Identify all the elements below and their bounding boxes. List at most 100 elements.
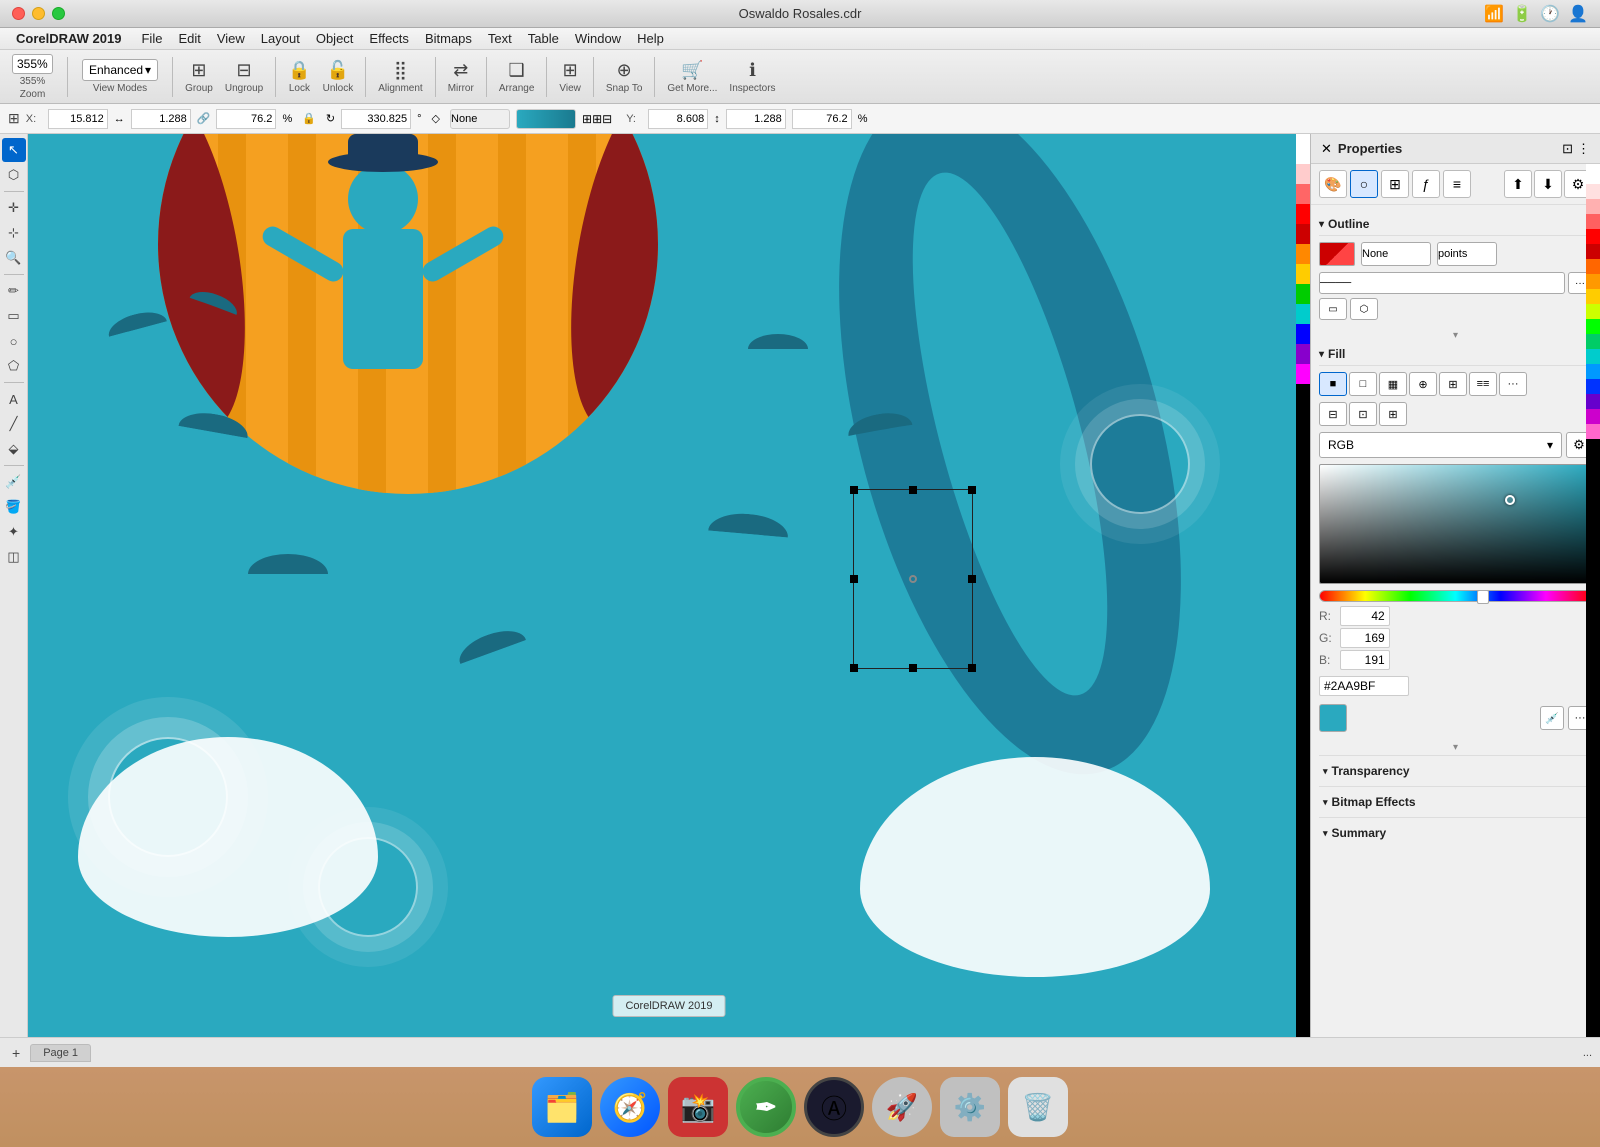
outline-collapse-btn[interactable]: ▾: [1319, 328, 1592, 343]
ccs-green[interactable]: [1296, 284, 1310, 304]
safari-icon[interactable]: 🧭: [600, 1077, 660, 1137]
node-tool[interactable]: ⬡: [2, 163, 26, 187]
rcb-red-light[interactable]: [1586, 214, 1600, 229]
finder-icon[interactable]: 🗂️: [532, 1077, 592, 1137]
fill-color-preview[interactable]: [516, 109, 576, 129]
arrange-button[interactable]: ❑ Arrange: [495, 58, 539, 96]
fill-pattern-btn[interactable]: ⊞: [1439, 372, 1467, 396]
rcb-violet[interactable]: [1586, 394, 1600, 409]
outline-unit-select[interactable]: points: [1437, 242, 1497, 266]
interactive-tool[interactable]: ✦: [2, 520, 26, 544]
outline-round-btn[interactable]: ▭: [1319, 298, 1347, 320]
ccs-orange[interactable]: [1296, 244, 1310, 264]
fill-none-btn[interactable]: □: [1349, 372, 1377, 396]
zoom-tool[interactable]: 🔍: [2, 246, 26, 270]
ccs-black[interactable]: [1296, 384, 1310, 1037]
color-picker[interactable]: [1319, 464, 1592, 584]
menu-window[interactable]: Window: [567, 29, 629, 48]
fill-more-btn[interactable]: ···: [1499, 372, 1527, 396]
ccs-white[interactable]: [1296, 134, 1310, 164]
rcb-green-teal[interactable]: [1586, 334, 1600, 349]
selection-tool[interactable]: ↖: [2, 138, 26, 162]
r-input[interactable]: [1340, 606, 1390, 626]
rcb-white[interactable]: [1586, 164, 1600, 184]
fill-radial-btn[interactable]: ⊕: [1409, 372, 1437, 396]
coord-h-input[interactable]: [726, 109, 786, 129]
bitmap-effects-header[interactable]: ▾ Bitmap Effects: [1319, 787, 1592, 817]
rcb-sky[interactable]: [1586, 364, 1600, 379]
tab-effects[interactable]: ⊞: [1381, 170, 1409, 198]
eyedropper-tool[interactable]: 💉: [2, 470, 26, 494]
line-tool[interactable]: ╱: [2, 412, 26, 436]
panel-close-icon[interactable]: ✕: [1321, 141, 1332, 157]
menu-table[interactable]: Table: [520, 29, 567, 48]
polygon-tool[interactable]: ⬠: [2, 354, 26, 378]
panel-expand-icon[interactable]: ⊡: [1562, 141, 1573, 157]
unlock-button[interactable]: 🔓 Unlock: [319, 58, 358, 96]
ellipse-tool[interactable]: ○: [2, 329, 26, 353]
tab-fill[interactable]: 🎨: [1319, 170, 1347, 198]
rectangle-tool[interactable]: ▭: [2, 304, 26, 328]
fill-tool[interactable]: 🪣: [2, 495, 26, 519]
g-input[interactable]: [1340, 628, 1390, 648]
page-1-tab[interactable]: Page 1: [30, 1044, 91, 1062]
coreldraw-dock-icon[interactable]: ✒: [736, 1077, 796, 1137]
blend-tool[interactable]: ⬙: [2, 437, 26, 461]
ccs-purple[interactable]: [1296, 344, 1310, 364]
text-tool[interactable]: A: [2, 387, 26, 411]
freehand-tool[interactable]: ✏: [2, 279, 26, 303]
hex-input[interactable]: [1319, 676, 1409, 696]
snap-to-button[interactable]: ⊕ Snap To: [602, 58, 647, 96]
menu-file[interactable]: File: [133, 29, 170, 48]
minimize-button[interactable]: [32, 7, 45, 20]
hue-cursor[interactable]: [1477, 590, 1489, 604]
fill-opt1-btn[interactable]: ⊟: [1319, 402, 1347, 426]
inspectors-button[interactable]: ℹ Inspectors: [725, 58, 779, 96]
coord-h2-input[interactable]: [792, 109, 852, 129]
rcb-orange[interactable]: [1586, 259, 1600, 274]
mirror-button[interactable]: ⇄ Mirror: [444, 58, 478, 96]
coord-x-input[interactable]: [48, 109, 108, 129]
ccs-red[interactable]: [1296, 204, 1310, 224]
hue-bar[interactable]: [1319, 590, 1592, 602]
menu-edit[interactable]: Edit: [170, 29, 208, 48]
view-button[interactable]: ⊞ View: [555, 58, 585, 96]
outline-miter-btn[interactable]: ⬡: [1350, 298, 1378, 320]
rcb-pink1[interactable]: [1586, 184, 1600, 199]
fill-type-select[interactable]: None: [450, 109, 510, 129]
fill-collapse-btn[interactable]: ▾: [1319, 740, 1592, 755]
tab-info[interactable]: ≡: [1443, 170, 1471, 198]
ccs-magenta[interactable]: [1296, 364, 1310, 384]
transparency-header[interactable]: ▾ Transparency: [1319, 756, 1592, 786]
menu-help[interactable]: Help: [629, 29, 672, 48]
fill-texture-btn[interactable]: ≡≡: [1469, 372, 1497, 396]
rcb-pink3[interactable]: [1586, 424, 1600, 439]
panel-import-btn[interactable]: ⬆: [1504, 170, 1532, 198]
coord-w2-input[interactable]: [216, 109, 276, 129]
add-page-btn[interactable]: +: [8, 1045, 24, 1061]
rcb-cyan[interactable]: [1586, 349, 1600, 364]
outline-color-swatch[interactable]: Red: [1319, 242, 1355, 266]
crop-tool[interactable]: ⊹: [2, 221, 26, 245]
fill-section-header[interactable]: ▾ Fill: [1319, 343, 1592, 366]
fill-linear-btn[interactable]: ▦: [1379, 372, 1407, 396]
rcb-blue[interactable]: [1586, 379, 1600, 394]
ccs-cyan[interactable]: [1296, 304, 1310, 324]
fill-solid-btn[interactable]: ■: [1319, 372, 1347, 396]
ccs-red-dark[interactable]: [1296, 224, 1310, 244]
ccs-yellow[interactable]: [1296, 264, 1310, 284]
outline-section-header[interactable]: ▾ Outline: [1319, 213, 1592, 236]
summary-header[interactable]: ▾ Summary: [1319, 818, 1592, 848]
ccs-blue[interactable]: [1296, 324, 1310, 344]
lock-button[interactable]: 🔒 Lock: [284, 58, 314, 96]
menu-object[interactable]: Object: [308, 29, 362, 48]
screenium-icon[interactable]: 📸: [668, 1077, 728, 1137]
rcb-orange-light[interactable]: [1586, 274, 1600, 289]
autocorrect-icon[interactable]: Ⓐ: [804, 1077, 864, 1137]
group-button[interactable]: ⊞ Group: [181, 58, 217, 96]
system-preferences-icon[interactable]: ⚙️: [940, 1077, 1000, 1137]
rcb-yellow[interactable]: [1586, 289, 1600, 304]
fill-opt2-btn[interactable]: ⊡: [1349, 402, 1377, 426]
menu-layout[interactable]: Layout: [253, 29, 308, 48]
rcb-green[interactable]: [1586, 319, 1600, 334]
